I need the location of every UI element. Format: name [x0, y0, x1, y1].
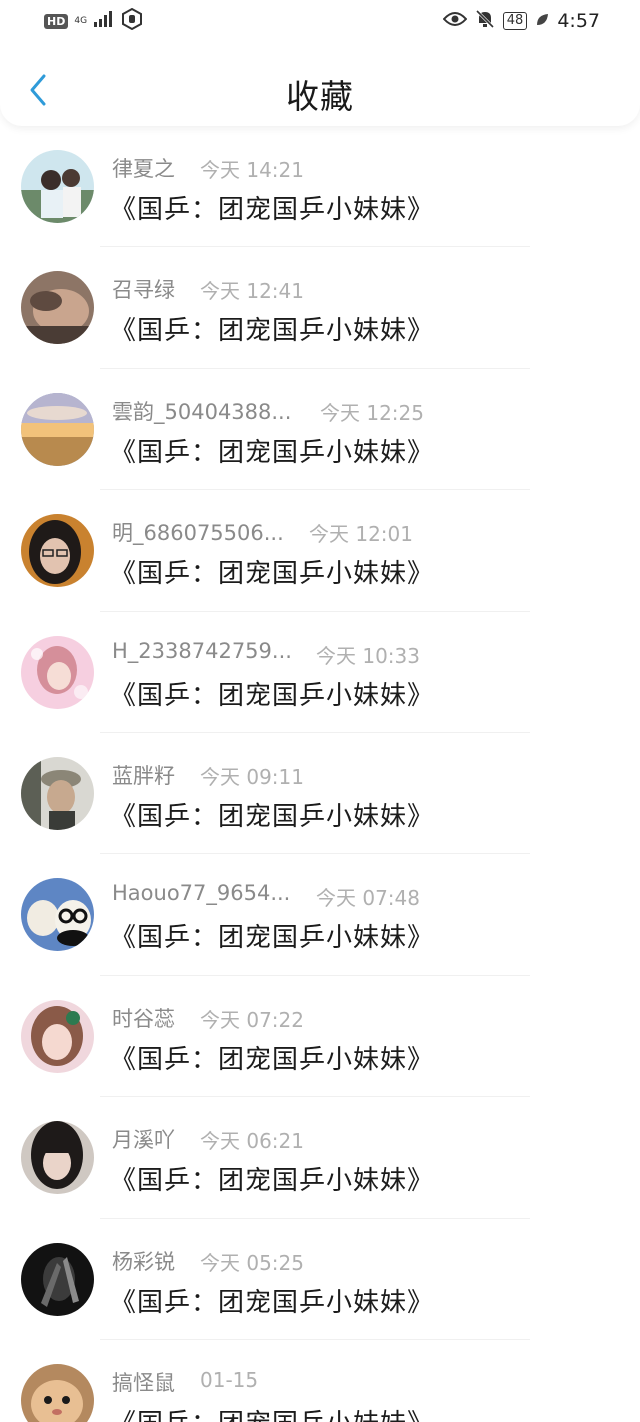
mute-bell-icon [475, 9, 495, 33]
username: 律夏之 [112, 157, 175, 181]
username: H_2338742759... [112, 638, 292, 663]
list-item[interactable]: 时谷蕊 今天 07:22 《国乒：团宠国乒小妹妹》 [0, 976, 640, 1098]
avatar[interactable] [21, 1363, 94, 1422]
avatar[interactable] [21, 1242, 94, 1316]
timestamp: 今天 06:21 [200, 1129, 304, 1154]
favorites-list: 律夏之 今天 14:21 《国乒：团宠国乒小妹妹》 召寻绿 今天 12:41 《… [0, 126, 640, 1422]
title-bar: 收藏 [0, 60, 640, 124]
page-title: 收藏 [286, 77, 354, 116]
list-item[interactable]: 杨彩锐 今天 05:25 《国乒：团宠国乒小妹妹》 [0, 1219, 640, 1340]
favorites-screen: HD 4G 48 4:57 收藏 律夏之 今天 14:21 《国乒：团宠国乒小妹… [0, 0, 640, 1422]
list-item[interactable]: 月溪吖 今天 06:21 《国乒：团宠国乒小妹妹》 [0, 1097, 640, 1219]
list-item[interactable]: 搞怪鼠 01-15 《国乒：团宠国乒小妹妹》 [0, 1340, 640, 1422]
timestamp: 今天 12:01 [309, 522, 413, 547]
list-item[interactable]: H_2338742759... 今天 10:33 《国乒：团宠国乒小妹妹》 [0, 612, 640, 733]
book-title[interactable]: 《国乒：团宠国乒小妹妹》 [110, 553, 434, 590]
status-left: HD 4G [44, 7, 143, 34]
timestamp: 今天 07:48 [316, 886, 420, 911]
book-title[interactable]: 《国乒：团宠国乒小妹妹》 [110, 675, 434, 712]
username: 杨彩锐 [112, 1249, 175, 1274]
username: 明_686075506... [112, 521, 284, 546]
battery-indicator: 48 [502, 12, 528, 30]
username: 时谷蕊 [112, 1006, 175, 1031]
timestamp: 今天 07:22 [200, 1007, 304, 1032]
book-title[interactable]: 《国乒：团宠国乒小妹妹》 [110, 1282, 434, 1319]
username: 搞怪鼠 [112, 1370, 175, 1395]
avatar[interactable] [21, 271, 94, 345]
timestamp: 01-15 [200, 1367, 259, 1392]
hd-badge: HD [44, 13, 69, 29]
signal-icon [93, 11, 115, 31]
avatar[interactable] [21, 1121, 94, 1195]
hand-shield-icon [121, 7, 143, 34]
list-item[interactable]: Haouo77_9654... 今天 07:48 《国乒：团宠国乒小妹妹》 [0, 854, 640, 976]
book-title[interactable]: 《国乒：团宠国乒小妹妹》 [110, 1039, 434, 1076]
network-type: 4G [74, 15, 88, 26]
avatar[interactable] [21, 635, 94, 709]
book-title[interactable]: 《国乒：团宠国乒小妹妹》 [110, 917, 434, 954]
list-item[interactable]: 律夏之 今天 14:21 《国乒：团宠国乒小妹妹》 [0, 126, 640, 248]
username: 雲韵_50404388... [112, 399, 292, 424]
list-item[interactable]: 明_686075506... 今天 12:01 《国乒：团宠国乒小妹妹》 [0, 490, 640, 612]
leaf-icon [535, 12, 549, 31]
header: HD 4G 48 4:57 收藏 [0, 0, 640, 126]
username: 召寻绿 [112, 278, 175, 303]
avatar[interactable] [21, 150, 94, 223]
book-title[interactable]: 《国乒：团宠国乒小妹妹》 [110, 1403, 434, 1422]
book-title[interactable]: 《国乒：团宠国乒小妹妹》 [110, 189, 434, 226]
book-title[interactable]: 《国乒：团宠国乒小妹妹》 [110, 1160, 434, 1197]
status-right: 48 4:57 [442, 9, 600, 33]
list-item[interactable]: 雲韵_50404388... 今天 12:25 《国乒：团宠国乒小妹妹》 [0, 369, 640, 491]
eye-icon [442, 11, 468, 31]
timestamp: 今天 12:25 [320, 400, 424, 425]
avatar[interactable] [21, 878, 94, 952]
timestamp: 今天 05:25 [200, 1250, 304, 1275]
book-title[interactable]: 《国乒：团宠国乒小妹妹》 [110, 796, 434, 833]
avatar[interactable] [21, 392, 94, 466]
username: Haouo77_9654... [112, 881, 291, 906]
book-title[interactable]: 《国乒：团宠国乒小妹妹》 [110, 310, 434, 347]
timestamp: 今天 12:41 [200, 279, 304, 304]
timestamp: 今天 09:11 [200, 764, 304, 789]
list-item[interactable]: 蓝胖籽 今天 09:11 《国乒：团宠国乒小妹妹》 [0, 733, 640, 855]
status-bar: HD 4G 48 4:57 [0, 0, 640, 44]
book-title[interactable]: 《国乒：团宠国乒小妹妹》 [110, 432, 434, 469]
username: 蓝胖籽 [112, 763, 175, 788]
timestamp: 今天 10:33 [316, 643, 420, 668]
avatar[interactable] [21, 999, 94, 1073]
list-item[interactable]: 召寻绿 今天 12:41 《国乒：团宠国乒小妹妹》 [0, 247, 640, 369]
avatar[interactable] [21, 514, 94, 588]
clock: 4:57 [557, 10, 600, 32]
avatar[interactable] [21, 756, 94, 830]
username: 月溪吖 [112, 1128, 175, 1153]
timestamp: 今天 14:21 [200, 158, 304, 182]
